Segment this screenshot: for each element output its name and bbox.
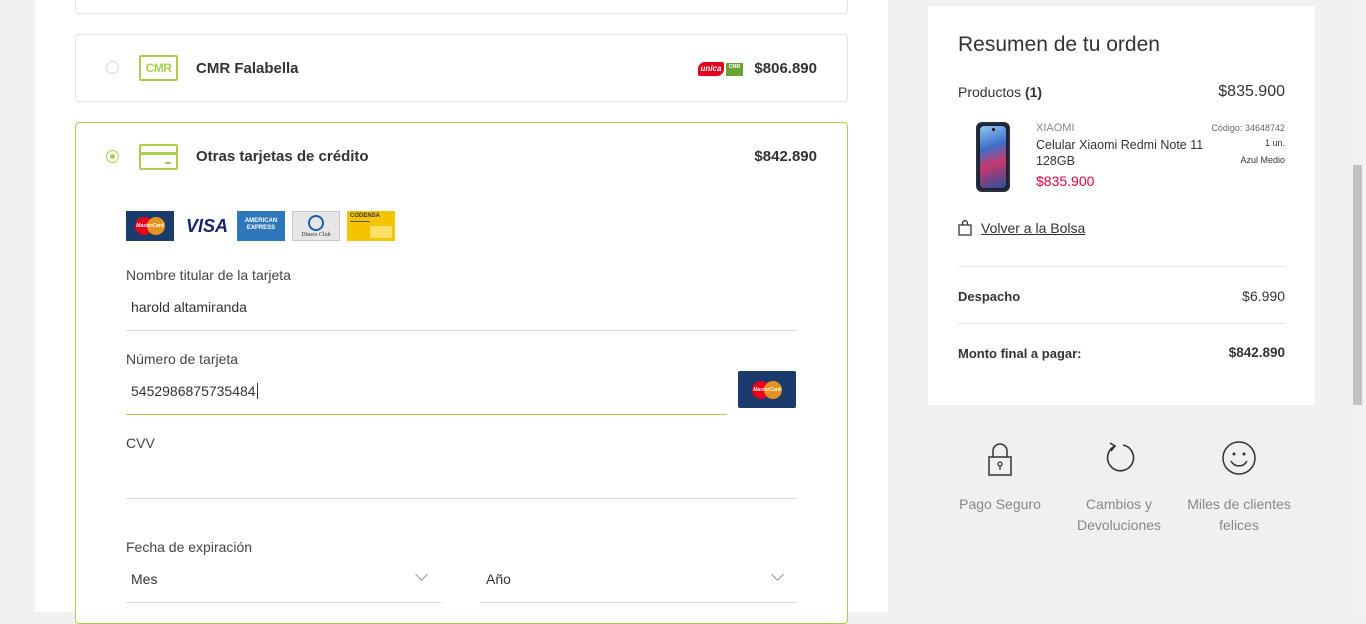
shipping-value: $6.990	[1242, 288, 1285, 304]
product-name: Celular Xiaomi Redmi Note 11 128GB	[1036, 138, 1204, 168]
unica-badge: unica	[698, 62, 724, 76]
credit-card-icon	[139, 144, 178, 170]
product-quantity: 1 un.	[1264, 138, 1285, 148]
holder-label: Nombre titular de la tarjeta	[126, 267, 291, 283]
products-total: $835.900	[1218, 83, 1285, 100]
summary-divider	[958, 266, 1285, 267]
benefit-returns: Cambios y Devoluciones	[1059, 440, 1179, 536]
detected-mastercard-icon: MasterCard	[738, 371, 796, 408]
mastercard-logo-icon: MasterCard	[126, 211, 174, 241]
product-code: Código: 34648742	[1211, 123, 1285, 133]
product-brand: XIAOMI	[1036, 122, 1075, 134]
shipping-label: Despacho	[958, 289, 1021, 304]
return-icon	[1106, 442, 1135, 472]
expiry-label: Fecha de expiración	[126, 539, 253, 555]
year-select[interactable]: Año	[486, 571, 511, 587]
month-chevron-down-icon[interactable]	[415, 568, 428, 581]
product-color: Azul Medio	[1240, 155, 1285, 165]
page-scrollbar[interactable]	[1349, 0, 1366, 612]
visa-logo-icon: VISA	[183, 211, 231, 241]
payment-option-other-cards[interactable]: Otras tarjetas de crédito $842.890 Maste…	[75, 122, 848, 624]
benefit-label: Pago Seguro	[959, 496, 1041, 512]
lock-icon	[988, 443, 1012, 476]
shopping-bag-icon[interactable]	[958, 220, 972, 236]
benefit-label: Cambios y Devoluciones	[1076, 496, 1162, 533]
total-label: Monto final a pagar:	[958, 346, 1082, 361]
products-label: Productos (1)	[958, 84, 1043, 100]
card-number-underline	[126, 414, 727, 415]
payment-methods-panel: CMR CMR Falabella unica CMR $806.890 Otr…	[35, 0, 888, 624]
amex-logo-icon: AMERICAN EXPRESS	[237, 211, 285, 241]
cmr-price: $806.890	[754, 60, 817, 77]
product-price: $835.900	[1036, 173, 1095, 189]
year-underline	[481, 602, 797, 603]
summary-divider	[958, 323, 1285, 324]
smiley-icon	[1222, 441, 1256, 475]
month-underline	[126, 602, 441, 603]
diners-logo-icon: Diners Club	[292, 211, 340, 241]
holder-underline	[126, 330, 797, 331]
card-number-input[interactable]: 5452986875735484	[131, 383, 258, 399]
cmr-card-icon: CMR	[139, 55, 178, 81]
holder-input[interactable]: harold altamiranda	[131, 299, 247, 315]
payment-option-previous[interactable]	[75, 0, 848, 14]
summary-title: Resumen de tu orden	[958, 33, 1160, 56]
month-select[interactable]: Mes	[131, 571, 157, 587]
total-value: $842.890	[1228, 345, 1285, 360]
benefit-label: Miles de clientes felices	[1187, 496, 1291, 533]
order-summary: Resumen de tu orden Productos (1) $835.9…	[928, 6, 1315, 405]
cvv-label: CVV	[126, 435, 155, 451]
benefit-secure-payment: Pago Seguro	[940, 440, 1060, 515]
cmr-badge: CMR	[726, 63, 743, 76]
cmr-title: CMR Falabella	[196, 60, 299, 77]
other-cards-title: Otras tarjetas de crédito	[196, 148, 369, 165]
year-chevron-down-icon[interactable]	[771, 568, 784, 581]
benefit-happy-customers: Miles de clientes felices	[1179, 440, 1299, 536]
payment-option-cmr[interactable]: CMR CMR Falabella unica CMR $806.890	[75, 34, 848, 102]
card-number-label: Número de tarjeta	[126, 351, 239, 367]
scrollbar-thumb[interactable]	[1353, 165, 1362, 405]
cmr-radio[interactable]	[106, 61, 119, 74]
product-image[interactable]	[976, 122, 1010, 192]
back-to-bag-link[interactable]: Volver a la Bolsa	[981, 220, 1085, 236]
other-cards-radio[interactable]	[106, 150, 119, 163]
cvv-underline	[126, 498, 797, 499]
codensa-logo-icon: CODENSA	[347, 211, 395, 241]
other-cards-price: $842.890	[754, 148, 817, 165]
